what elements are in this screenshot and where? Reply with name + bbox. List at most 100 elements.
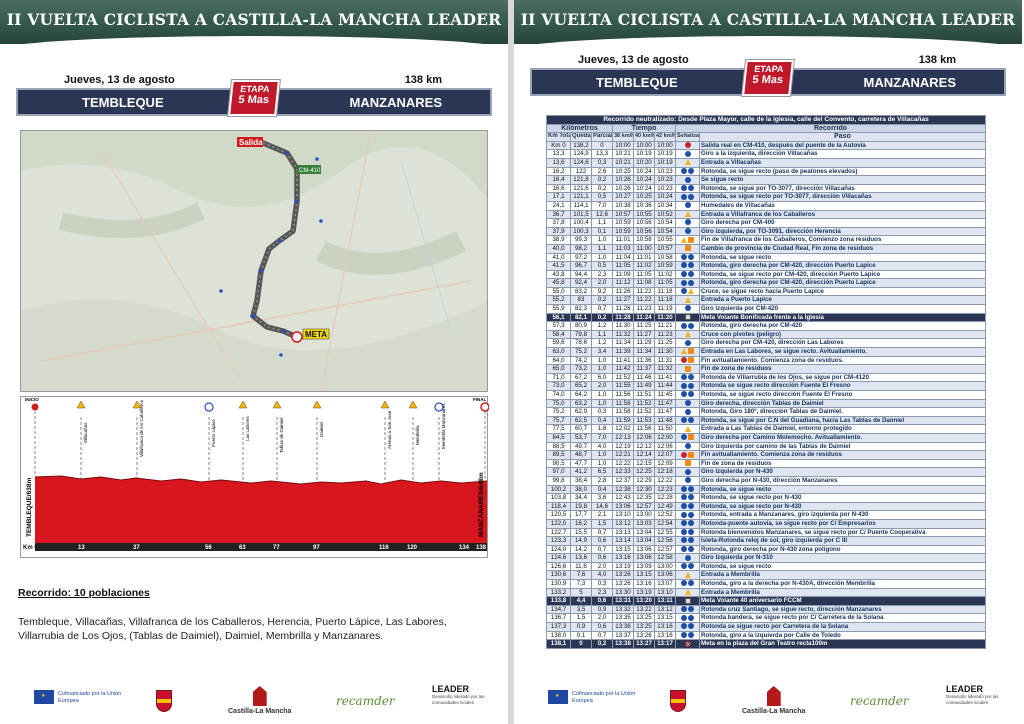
cell-km-partial: 0,6 [591,622,613,632]
cell-km-total: 130,6 [546,570,571,581]
cell-km-partial: 2,6 [591,166,613,177]
cell-time-42: 10:34 [654,200,676,211]
cell-time-40: 12:12 [633,441,655,452]
cell-signs [675,432,700,443]
cell-km-left: 79,8 [570,329,592,340]
cell-signs [675,312,700,323]
cell-time-40: 11:49 [633,381,655,391]
finish-marker [291,331,303,343]
blue-sign-icon [688,417,694,424]
cell-km-left: 0,9 [570,622,592,632]
eu-text: Cofinanciado por la Unión Europea [58,691,122,704]
cell-time-42: 12:28 [654,493,676,503]
cell-time-38: 12:02 [612,424,634,434]
cell-km-total: 75,2 [546,407,571,417]
cell-route-desc: Rotonda, Giro 180º, dirección Tablas de … [699,407,986,417]
cam-sign-icon [684,314,691,321]
cell-km-partial: 0,2 [591,175,613,185]
blue-sign-icon [688,253,694,260]
cell-time-40: 11:27 [633,329,655,340]
cell-time-42: 11:32 [654,364,676,374]
cell-signs [675,243,700,254]
cell-time-40: 11:36 [633,355,655,366]
cell-route-desc: Meta en la plaza del Gran Teatro recta10… [699,639,986,649]
cell-km-total: 64,0 [546,355,571,366]
cell-time-42: 11:18 [654,286,676,297]
orange-sign-icon [688,451,694,458]
table-row: 90,5 47,7 1,0 12:22 12:15 12:09 Fin de zona de… [546,458,986,469]
stage-to: MANZANARES [863,75,956,90]
cell-signs [675,321,700,331]
cell-time-42: 10:59 [654,261,676,271]
cell-time-40: 12:30 [633,484,655,495]
cell-time-40: 10:56 [633,226,655,237]
blue-sign-icon [684,202,691,209]
cell-km-total: 17,1 [546,192,571,202]
cell-time-38: 10:59 [612,218,634,228]
profile-start-label: INICIO [25,397,39,402]
cell-time-38: 11:05 [612,261,634,271]
cell-km-total: 13,3 [546,149,571,159]
cell-time-38: 13:35 [612,613,634,624]
cell-time-40: 11:22 [633,295,655,306]
blue-sign-icon [681,632,687,638]
orange-sign-icon [684,460,691,467]
cell-time-42: 13:06 [654,570,676,581]
table-row: 55,2 83 0,2 11:27 11:22 11:18 Entrada a Puerto… [546,295,986,306]
cell-time-38: 10:26 [612,183,634,194]
cell-km-left: 13,6 [570,553,592,563]
recamder-logo: recamder [336,694,395,708]
blue-sign-icon [681,271,687,278]
cell-time-40: 13:16 [633,579,655,589]
table-row: 133,8 4,4 0,6 13:31 13:20 13:11 Meta Volante 4… [546,596,986,606]
col-header-route: Paso [699,132,986,142]
cell-route-desc: Cruce con pivotes (peligro) [699,329,986,340]
cell-signs [675,235,700,245]
cell-time-38: 11:52 [612,372,634,383]
cell-time-38: 12:43 [612,493,634,503]
cell-time-38: 11:41 [612,355,634,366]
cell-km-total: 133,2 [546,587,571,598]
cell-time-42: 11:47 [654,407,676,417]
profile-waypoint: Las Labores [245,415,250,441]
table-row: 56,1 82,1 0,2 11:28 11:24 11:20 Meta Volante B… [546,312,986,323]
cell-time-38: 10:21 [612,149,634,159]
cell-km-total: 133,8 [546,596,571,606]
cell-signs [675,415,700,426]
clm-text: Castilla-La Mancha [742,708,806,715]
flag-sign-icon [684,640,691,647]
cell-time-38: 11:58 [612,398,634,409]
cell-signs [675,140,700,151]
table-row: 75,2 62,9 0,3 11:58 11:52 11:47 Rotonda, Giro … [546,407,986,417]
cell-signs [675,639,700,649]
cell-time-38: 10:00 [612,140,634,151]
cell-km-partial: 0,2 [591,183,613,194]
cell-km-partial: 0,6 [591,596,613,606]
blue-sign-icon [684,408,691,415]
table-row: 73,0 65,2 2,0 11:55 11:49 11:44 Rotonda se sig… [546,381,986,391]
cell-km-partial: 0,3 [591,579,613,589]
cell-km-left: 4,4 [570,596,592,606]
stage-to: MANZANARES [349,95,442,110]
route-map-svg: Salida CM-410 META [21,131,487,391]
cell-time-42: 11:02 [654,269,676,280]
tri-sign-icon [684,571,691,578]
table-row: 63,0 75,2 3,4 11:39 11:34 11:30 Entrada en Las… [546,347,986,357]
cell-km-total: 55,0 [546,286,571,297]
cell-route-desc: Fin de Villafranca de los Caballeros, Co… [699,235,986,245]
table-row: 57,3 80,9 1,2 11:30 11:25 11:21 Rotonda, giro … [546,321,986,331]
profile-km-tick: 77 [273,545,280,551]
cell-km-total: 71,0 [546,372,571,383]
cell-route-desc: Rotonda, se sigue recto por CM-420, dire… [699,269,986,280]
cell-route-desc: Rotonda, se sigue recto por N-430 [699,493,986,503]
cell-km-left: 74,2 [570,355,592,366]
cell-km-total: 36,7 [546,209,571,220]
blue-sign-icon [681,494,687,501]
cell-time-42: 13:07 [654,579,676,589]
blue-sign-icon [688,632,694,638]
cell-time-38: 12:19 [612,441,634,452]
cell-time-38: 13:12 [612,518,634,529]
cell-route-desc: Rotonda se sigue recto por Carretera de … [699,622,986,632]
cell-time-40: 13:19 [633,587,655,598]
cell-time-40: 10:19 [633,149,655,159]
